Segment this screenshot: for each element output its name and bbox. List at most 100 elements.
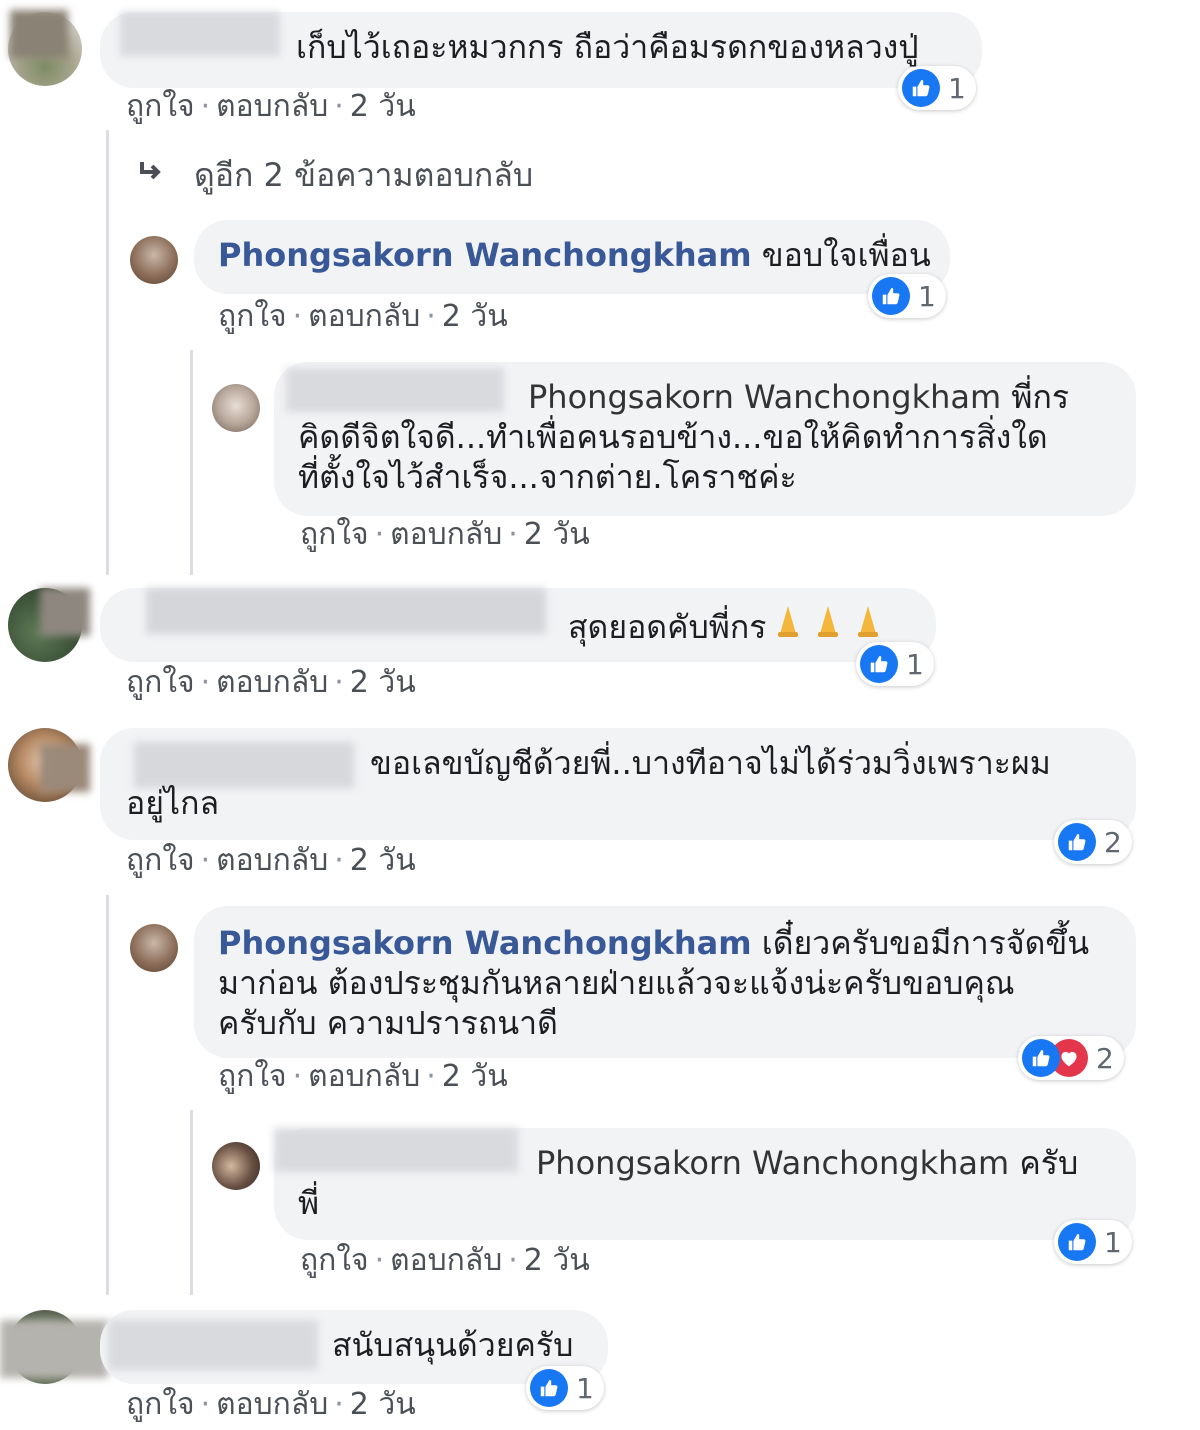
reply-bubble: Phongsakorn Wanchongkham ขอบใจเพื่อน <box>194 220 950 294</box>
reply-bubble: Phongsakorn Wanchongkham พี่กร คิดดีจิตใ… <box>274 362 1136 516</box>
reaction-count: 1 <box>918 279 936 313</box>
blurred-name <box>134 742 354 788</box>
blurred-name <box>146 588 546 634</box>
praying-hands-icon <box>770 604 890 646</box>
comment-text-line2: อยู่ไกล <box>126 784 220 822</box>
thread-line <box>106 895 109 1295</box>
comment-text: ขอบใจเพื่อน <box>751 236 931 274</box>
comment-actions: ถูกใจ · ตอบกลับ · 2 วัน <box>126 1387 416 1422</box>
comment-text-line2: คิดดีจิตใจดี...ทำเพื่อคนรอบข้าง...ขอให้ค… <box>298 418 1048 456</box>
like-icon <box>1058 1223 1096 1261</box>
comment-actions: ถูกใจ · ตอบกลับ · 2 วัน <box>300 517 590 552</box>
reaction-summary[interactable]: 1 <box>898 66 976 110</box>
reaction-count: 1 <box>948 71 966 105</box>
blurred-name <box>274 1128 518 1172</box>
comment-actions: ถูกใจ · ตอบกลับ · 2 วัน <box>300 1243 590 1278</box>
blurred-name <box>120 12 280 56</box>
like-icon <box>902 69 940 107</box>
comment-text: สุดยอดคับพี่กร <box>568 608 767 646</box>
timestamp[interactable]: 2 วัน <box>524 1243 590 1278</box>
blurred-avatar-overlay <box>40 588 90 636</box>
blurred-name <box>286 368 504 412</box>
reply-bubble: Phongsakorn Wanchongkham เดี๋ยวครับขอมีก… <box>194 906 1136 1058</box>
comment-bubble: สุดยอดคับพี่กร <box>100 588 936 662</box>
like-icon <box>1022 1039 1060 1077</box>
thread-line <box>190 1110 193 1295</box>
view-more-replies[interactable]: ดูอีก 2 ข้อความตอบกลับ <box>136 156 533 194</box>
like-link[interactable]: ถูกใจ <box>218 299 287 334</box>
reaction-count: 1 <box>1104 1225 1122 1259</box>
reply-bubble: Phongsakorn Wanchongkham ครับ พี่ <box>274 1128 1136 1240</box>
timestamp[interactable]: 2 วัน <box>350 1387 416 1422</box>
timestamp[interactable]: 2 วัน <box>350 665 416 700</box>
like-icon <box>1058 823 1096 861</box>
like-link[interactable]: ถูกใจ <box>126 1387 195 1422</box>
reaction-summary[interactable]: 1 <box>868 274 946 318</box>
avatar[interactable] <box>130 924 178 972</box>
comment-actions: ถูกใจ · ตอบกลับ · 2 วัน <box>126 665 416 700</box>
comment-text-line1: ขอเลขบัญชีด้วยพี่..บางทีอาจไม่ได้ร่วมวิ่… <box>370 744 1051 782</box>
comment-text-line2: พี่ <box>298 1184 320 1222</box>
timestamp[interactable]: 2 วัน <box>442 299 508 334</box>
timestamp[interactable]: 2 วัน <box>524 517 590 552</box>
reply-arrow-icon <box>136 156 176 194</box>
comment-text-line1: เดี๋ยวครับขอมีการจัดขึ้น <box>751 924 1090 962</box>
avatar[interactable] <box>130 236 178 284</box>
blurred-avatar-overlay <box>40 744 90 792</box>
like-link[interactable]: ถูกใจ <box>300 1243 369 1278</box>
reaction-count: 2 <box>1096 1041 1114 1075</box>
reply-link[interactable]: ตอบกลับ <box>390 1243 502 1278</box>
reaction-summary[interactable]: 2 <box>1054 820 1132 864</box>
reply-link[interactable]: ตอบกลับ <box>390 517 502 552</box>
reply-link[interactable]: ตอบกลับ <box>308 299 420 334</box>
comment-text-line1: ครับ <box>1009 1144 1079 1182</box>
avatar[interactable] <box>212 384 260 432</box>
reaction-summary[interactable]: 1 <box>526 1366 604 1410</box>
comment-text-line2: มาก่อน ต้องประชุมกันหลายฝ่ายแล้วจะแจ้งน่… <box>218 964 1015 1002</box>
reaction-summary[interactable]: 1 <box>1054 1220 1132 1264</box>
timestamp[interactable]: 2 วัน <box>350 843 416 878</box>
comment-actions: ถูกใจ · ตอบกลับ · 2 วัน <box>126 843 416 878</box>
like-icon <box>860 645 898 683</box>
comment-actions: ถูกใจ · ตอบกลับ · 2 วัน <box>218 1059 508 1094</box>
reaction-summary[interactable]: 1 <box>856 642 934 686</box>
like-link[interactable]: ถูกใจ <box>126 665 195 700</box>
avatar[interactable] <box>212 1142 260 1190</box>
comment-author[interactable]: Phongsakorn Wanchongkham <box>218 236 752 274</box>
comment-actions: ถูกใจ · ตอบกลับ · 2 วัน <box>126 89 416 124</box>
like-link[interactable]: ถูกใจ <box>218 1059 287 1094</box>
comment-text-line1: พี่กร <box>1001 378 1069 416</box>
timestamp[interactable]: 2 วัน <box>442 1059 508 1094</box>
comment-text-line3: ครับกับ ความปรารถนาดี <box>218 1004 558 1042</box>
comment-actions: ถูกใจ · ตอบกลับ · 2 วัน <box>218 299 508 334</box>
reply-link[interactable]: ตอบกลับ <box>216 665 328 700</box>
reply-link[interactable]: ตอบกลับ <box>216 89 328 124</box>
reply-link[interactable]: ตอบกลับ <box>216 843 328 878</box>
reaction-summary[interactable]: 2 <box>1018 1036 1124 1080</box>
blurred-avatar-overlay <box>0 1320 108 1378</box>
mention-link[interactable]: Phongsakorn Wanchongkham <box>536 1144 1009 1182</box>
view-more-replies-label: ดูอีก 2 ข้อความตอบกลับ <box>194 156 534 194</box>
comment-text: สนับสนุนด้วยครับ <box>332 1326 574 1364</box>
like-icon <box>530 1369 568 1407</box>
reply-link[interactable]: ตอบกลับ <box>308 1059 420 1094</box>
thread-line <box>190 350 193 575</box>
like-icon <box>872 277 910 315</box>
mention-link[interactable]: Phongsakorn Wanchongkham <box>528 378 1001 416</box>
reply-link[interactable]: ตอบกลับ <box>216 1387 328 1422</box>
timestamp[interactable]: 2 วัน <box>350 89 416 124</box>
comment-text-line3: ที่ตั้งใจไว้สำเร็จ...จากต่าย.โคราชค่ะ <box>298 458 797 496</box>
like-link[interactable]: ถูกใจ <box>300 517 369 552</box>
comment-text: เก็บไว้เถอะหมวกกร ถือว่าคือมรดกของหลวงปู… <box>296 28 919 66</box>
like-link[interactable]: ถูกใจ <box>126 89 195 124</box>
like-link[interactable]: ถูกใจ <box>126 843 195 878</box>
reaction-count: 2 <box>1104 825 1122 859</box>
blurred-avatar-overlay <box>10 10 68 58</box>
comment-bubble: เก็บไว้เถอะหมวกกร ถือว่าคือมรดกของหลวงปู… <box>100 12 982 88</box>
reaction-count: 1 <box>906 647 924 681</box>
reaction-count: 1 <box>576 1371 594 1405</box>
comment-author[interactable]: Phongsakorn Wanchongkham <box>218 924 752 962</box>
thread-line <box>106 130 109 575</box>
comment-bubble: ขอเลขบัญชีด้วยพี่..บางทีอาจไม่ได้ร่วมวิ่… <box>100 728 1136 840</box>
blurred-name <box>108 1320 318 1370</box>
